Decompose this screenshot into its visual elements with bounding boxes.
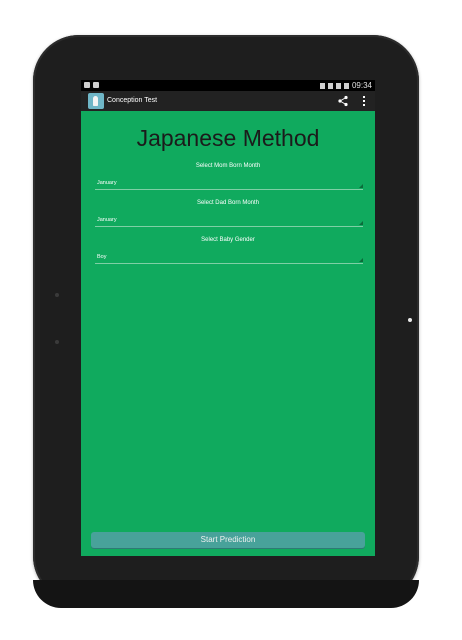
start-prediction-button[interactable]: Start Prediction [91, 532, 365, 548]
dropdown-arrow-icon [359, 221, 363, 225]
app-icon[interactable] [88, 93, 104, 109]
status-bar: 09:34 [81, 80, 375, 91]
dad-month-label: Select Dad Born Month [196, 200, 260, 206]
wifi-icon [327, 82, 333, 89]
app-title: Conception Test [107, 97, 158, 104]
dad-month-value: January [97, 217, 117, 223]
status-time: 09:34 [351, 81, 372, 90]
notification-icon [84, 82, 90, 88]
speaker-dot [55, 293, 59, 297]
page-title: Japanese Method [136, 125, 320, 151]
mom-month-spinner[interactable]: January [95, 179, 363, 190]
mom-month-label: Select Mom Born Month [195, 163, 261, 169]
notification-icons [84, 82, 99, 88]
battery-icon [343, 82, 349, 89]
status-right: 09:34 [319, 80, 372, 91]
tablet-bottom-edge [33, 580, 419, 608]
camera-dot [408, 318, 412, 322]
dad-month-spinner[interactable]: January [95, 216, 363, 227]
action-bar: Conception Test [81, 91, 375, 111]
notification-icon [93, 82, 99, 88]
dropdown-arrow-icon [359, 184, 363, 188]
dropdown-arrow-icon [359, 258, 363, 262]
signal-icon [335, 82, 341, 89]
baby-gender-spinner[interactable]: Boy [95, 253, 363, 264]
share-icon[interactable] [337, 95, 349, 107]
baby-gender-label: Select Baby Gender [201, 237, 255, 243]
baby-gender-value: Boy [97, 254, 107, 260]
mute-icon [319, 82, 325, 89]
mom-month-value: January [97, 180, 117, 186]
overflow-menu-icon[interactable] [361, 95, 367, 107]
app-screen: 09:34 Conception Test Japanese Method Se… [81, 80, 375, 556]
speaker-dot [55, 340, 59, 344]
